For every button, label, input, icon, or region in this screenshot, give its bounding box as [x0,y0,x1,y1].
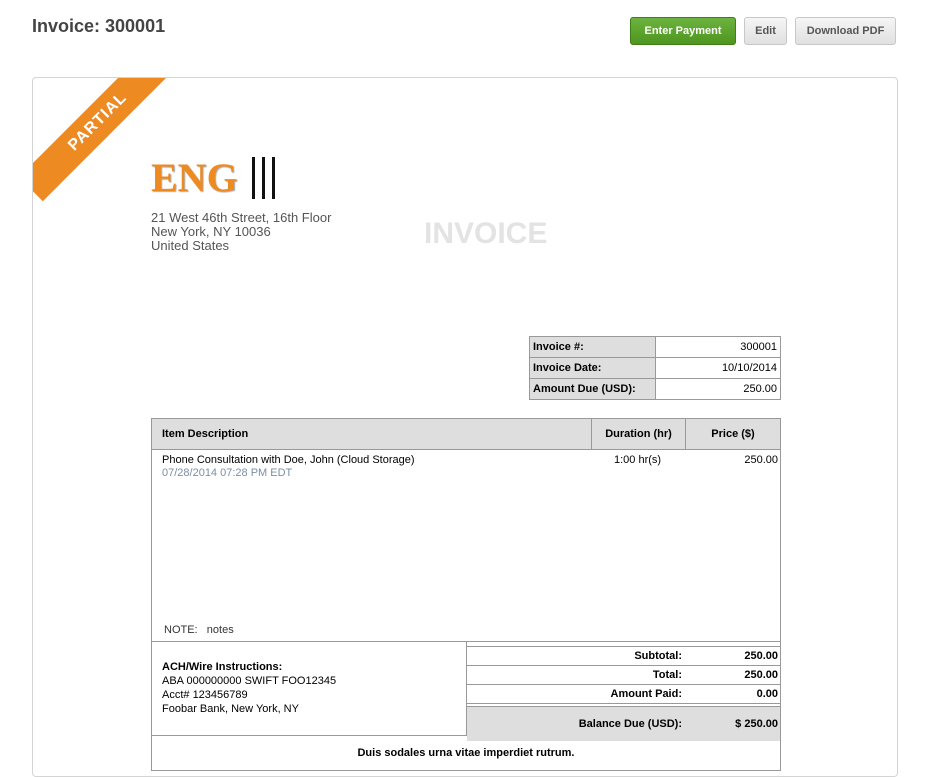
amount-paid-row: Amount Paid: 0.00 [467,685,780,704]
enter-payment-button[interactable]: Enter Payment [630,17,736,45]
meta-value: 250.00 [655,378,781,400]
invoice-meta-table: Invoice #: 300001 Invoice Date: 10/10/20… [529,336,781,400]
balance-due-label: Balance Due (USD): [578,718,682,730]
company-logo: ENG [151,154,275,201]
note-value: notes [206,624,234,636]
item-description: Phone Consultation with Doe, John (Cloud… [162,454,415,466]
totals-section: ACH/Wire Instructions: ABA 000000000 SWI… [152,641,780,741]
header-duration: Duration (hr) [592,419,686,449]
items-header: Item Description Duration (hr) Price ($) [152,419,780,450]
meta-row: Amount Due (USD): 250.00 [529,378,781,400]
ach-line: ABA 000000000 SWIFT FOO12345 [162,675,337,687]
meta-label: Invoice Date: [529,357,656,379]
address-line: New York, NY 10036 [151,224,271,239]
address-line: United States [151,238,230,253]
balance-due-value: $ 250.00 [735,718,778,730]
header-description: Item Description [152,419,592,449]
meta-value: 10/10/2014 [655,357,781,379]
meta-row: Invoice Date: 10/10/2014 [529,357,781,379]
subtotal-label: Subtotal: [634,650,682,662]
subtotal-row: Subtotal: 250.00 [467,647,780,666]
download-pdf-button[interactable]: Download PDF [795,17,896,45]
balance-due-row: Balance Due (USD): $ 250.00 [467,707,780,741]
item-price: 250.00 [744,454,778,466]
logo-text: ENG [151,155,238,200]
ach-title: ACH/Wire Instructions: [162,661,283,673]
item-duration: 1:00 hr(s) [614,454,662,466]
invoice-card: PARTIAL ENG 21 West 46th Street, 16th Fl… [32,77,898,777]
items-body: Phone Consultation with Doe, John (Cloud… [152,450,780,641]
note: NOTE: notes [164,624,234,636]
address-line: 21 West 46th Street, 16th Floor [151,210,332,225]
ach-line: Foobar Bank, New York, NY [162,703,299,715]
logo-bars-icon [251,156,275,199]
items-table: Item Description Duration (hr) Price ($)… [151,418,781,771]
ach-line: Acct# 123456789 [162,689,248,701]
amount-paid-value: 0.00 [756,688,778,700]
note-label: NOTE: [164,624,198,636]
header-price: Price ($) [711,428,755,440]
invoice-watermark: INVOICE [424,217,548,250]
total-label: Total: [652,669,682,681]
meta-label: Invoice #: [529,336,656,358]
item-date: 07/28/2014 07:28 PM EDT [162,467,293,479]
edit-button[interactable]: Edit [744,17,787,45]
page-title: Invoice: 300001 [32,16,166,36]
company-address: 21 West 46th Street, 16th Floor New York… [151,211,331,253]
total-row: Total: 250.00 [467,666,780,685]
ach-instructions: ACH/Wire Instructions: ABA 000000000 SWI… [152,642,467,735]
table-row: Phone Consultation with Doe, John (Cloud… [162,454,415,479]
meta-value: 300001 [655,336,781,358]
meta-label: Amount Due (USD): [529,378,656,400]
subtotal-value: 250.00 [744,650,778,662]
meta-row: Invoice #: 300001 [529,336,781,358]
total-value: 250.00 [744,669,778,681]
totals-summary: Subtotal: 250.00 Total: 250.00 Amount Pa… [467,642,780,741]
amount-paid-label: Amount Paid: [610,688,683,700]
